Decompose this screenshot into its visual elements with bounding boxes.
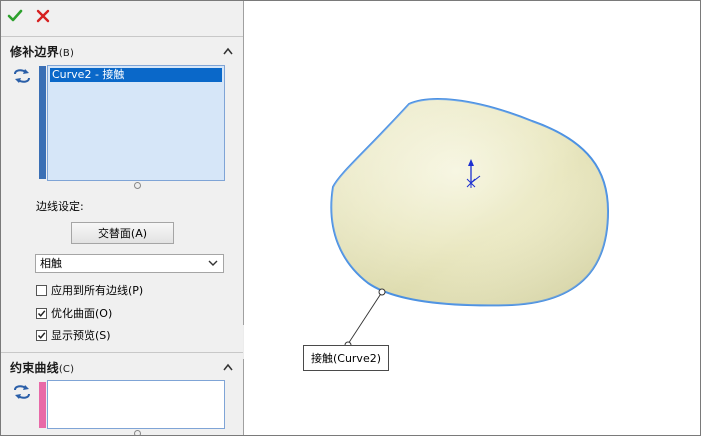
checkmark-icon — [37, 331, 46, 339]
checkbox-checked[interactable] — [36, 307, 47, 319]
list-resize-grip[interactable] — [134, 430, 141, 435]
edge-settings-label: 边线设定: — [36, 200, 84, 213]
apply-all-edges-label: 应用到所有边线(P) — [51, 284, 144, 297]
property-manager-panel: 修补边界(B) Curve2 - 接触 边线设定: 交替面(A) 相触 应用到所… — [1, 1, 244, 435]
callout-leader — [347, 291, 383, 345]
feature-window: 修补边界(B) Curve2 - 接触 边线设定: 交替面(A) 相触 应用到所… — [0, 0, 701, 436]
apply-all-edges-checkbox[interactable]: 应用到所有边线(P) — [36, 282, 143, 298]
chevron-up-icon[interactable] — [223, 363, 233, 371]
constraint-section-accel: (C) — [58, 364, 75, 375]
constraint-section-label: 约束曲线 — [10, 361, 59, 375]
checkbox-unchecked[interactable] — [36, 284, 47, 296]
checkmark-icon — [37, 309, 46, 317]
swap-direction-icon[interactable] — [11, 67, 33, 85]
boundary-list-color-bar — [39, 66, 46, 179]
chevron-down-icon — [208, 260, 218, 266]
checkmark-icon — [7, 9, 23, 22]
boundary-section-title[interactable]: 修补边界(B) — [10, 43, 74, 60]
optimize-surface-label: 优化曲面(O) — [51, 307, 113, 320]
checkbox-checked[interactable] — [36, 329, 47, 341]
show-preview-label: 显示预览(S) — [51, 329, 111, 342]
cancel-button[interactable] — [34, 7, 52, 25]
constraint-list-color-bar — [39, 382, 46, 428]
boundary-section-accel: (B) — [58, 48, 75, 59]
list-resize-grip[interactable] — [134, 182, 141, 189]
boundary-condition-callout[interactable]: 接触(Curve2) — [303, 345, 389, 371]
callout-anchor[interactable] — [378, 288, 386, 296]
section-separator — [1, 352, 243, 353]
boundary-condition-dropdown[interactable]: 相触 — [35, 254, 224, 273]
constraint-selection-list[interactable] — [47, 380, 225, 429]
boundary-condition-value: 相触 — [40, 257, 62, 270]
constraint-section-title[interactable]: 约束曲线(C) — [10, 359, 74, 376]
alternate-face-button[interactable]: 交替面(A) — [71, 222, 174, 244]
boundary-selection-list[interactable]: Curve2 - 接触 — [47, 65, 225, 181]
optimize-surface-checkbox[interactable]: 优化曲面(O) — [36, 305, 112, 321]
boundary-list-item[interactable]: Curve2 - 接触 — [50, 68, 222, 82]
chevron-up-icon[interactable] — [223, 47, 233, 55]
swap-direction-icon[interactable] — [11, 383, 33, 401]
show-preview-checkbox[interactable]: 显示预览(S) — [36, 327, 111, 343]
toolbar-separator — [1, 36, 243, 37]
boundary-section-label: 修补边界 — [10, 45, 59, 59]
ok-button[interactable] — [6, 7, 24, 25]
x-close-icon — [36, 9, 50, 23]
